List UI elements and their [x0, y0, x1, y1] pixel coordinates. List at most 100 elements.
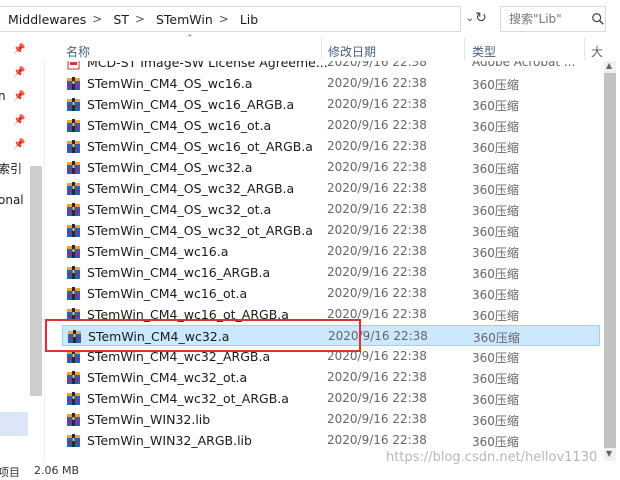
- address-bar-area: Middlewares > ST > STemWin > Lib ⌄ ↻: [0, 0, 620, 37]
- scroll-up-icon[interactable]: ▲: [606, 61, 612, 70]
- file-name: STemWin_CM4_OS_wc16_ARGB.a: [87, 97, 295, 112]
- file-row[interactable]: STemWin_CM4_OS_wc16_ot.a 2020/9/16 22:38 3…: [62, 115, 600, 136]
- file-date: 2020/9/16 22:38: [327, 412, 427, 426]
- column-header-size[interactable]: 大: [591, 43, 603, 60]
- file-type: 360压缩: [472, 204, 519, 218]
- file-type: 360压缩: [472, 414, 519, 428]
- file-name: STemWin_CM4_wc16_ot.a: [87, 286, 248, 301]
- file-row[interactable]: STemWin_CM4_OS_wc32_ARGB.a 2020/9/16 22:3…: [62, 178, 600, 199]
- file-name: STemWin_CM4_OS_wc32_ARGB.a: [87, 181, 295, 196]
- archive-icon: [67, 371, 80, 384]
- column-header-row: ⌃ 名称 修改日期 类型 大: [44, 34, 620, 61]
- file-date: 2020/9/16 22:38: [327, 265, 427, 279]
- search-input[interactable]: [507, 11, 589, 27]
- file-name: STemWin_CM4_wc32_ot.a: [87, 370, 248, 385]
- archive-icon: [67, 413, 80, 426]
- file-row[interactable]: STemWin_CM4_OS_wc16_ARGB.a 2020/9/16 22:3…: [62, 94, 600, 115]
- pin-icon[interactable]: 📌: [13, 91, 25, 102]
- column-divider[interactable]: [321, 38, 322, 60]
- breadcrumb-middlewares[interactable]: Middlewares: [0, 12, 89, 27]
- breadcrumb-st[interactable]: ST: [105, 12, 132, 27]
- file-type: 360压缩: [472, 225, 519, 239]
- nav-item-label[interactable]: 索引: [0, 160, 22, 177]
- file-name: STemWin_WIN32.lib: [87, 412, 211, 427]
- file-row[interactable]: MCD-ST Image-SW License Agreeme... 2020/9…: [62, 61, 600, 73]
- file-date: 2020/9/16 22:38: [327, 97, 427, 111]
- file-type: 360压缩: [472, 393, 519, 407]
- file-name: STemWin_WIN32_ARGB.lib: [87, 433, 252, 448]
- file-name: STemWin_CM4_wc16_ARGB.a: [87, 265, 271, 280]
- file-type: 360压缩: [472, 351, 519, 365]
- archive-icon: [67, 77, 80, 90]
- file-row[interactable]: STemWin_CM4_wc16_ot.a 2020/9/16 22:38 360压…: [62, 283, 600, 304]
- breadcrumb-stemwin[interactable]: STemWin: [148, 12, 216, 27]
- file-row[interactable]: STemWin_WIN32.lib 2020/9/16 22:38 360压缩: [62, 409, 600, 430]
- file-name: STemWin_CM4_OS_wc32_ot_ARGB.a: [87, 223, 313, 238]
- sort-ascending-icon: ⌃: [186, 34, 194, 44]
- file-row[interactable]: STemWin_CM4_wc16.a 2020/9/16 22:38 360压缩: [62, 241, 600, 262]
- nav-scrollbar-thumb[interactable]: [30, 166, 42, 396]
- file-row[interactable]: STemWin_WIN32_ARGB.lib 2020/9/16 22:38 360…: [62, 430, 600, 451]
- pin-icon[interactable]: 📌: [13, 139, 25, 150]
- file-row[interactable]: STemWin_CM4_OS_wc16.a 2020/9/16 22:38 360压…: [62, 73, 600, 94]
- file-type: 360压缩: [472, 435, 519, 449]
- file-type: 360压缩: [472, 372, 519, 386]
- file-date: 2020/9/16 22:38: [327, 370, 427, 384]
- file-row[interactable]: STemWin_CM4_OS_wc32.a 2020/9/16 22:38 360压…: [62, 157, 600, 178]
- file-row[interactable]: STemWin_CM4_wc32_ot_ARGB.a 2020/9/16 22:3…: [62, 388, 600, 409]
- vertical-scrollbar[interactable]: ▲ ▼: [600, 61, 620, 461]
- file-type: 360压缩: [472, 183, 519, 197]
- nav-item-label[interactable]: onal: [0, 193, 24, 207]
- column-header-name[interactable]: 名称: [66, 43, 90, 60]
- navigation-pane: 📌 📌 n 📌 📌 📌 索引 onal: [0, 36, 45, 478]
- highlight-box: [45, 319, 361, 352]
- nav-item-label[interactable]: n: [0, 89, 6, 103]
- archive-icon: [67, 224, 80, 237]
- archive-icon: [67, 98, 80, 111]
- column-header-date[interactable]: 修改日期: [328, 43, 376, 60]
- scrollbar-thumb[interactable]: [604, 73, 616, 448]
- file-type: 360压缩: [472, 120, 519, 134]
- status-size: 2.06 MB: [34, 464, 80, 477]
- file-type: 360压缩: [473, 331, 520, 345]
- file-date: 2020/9/16 22:38: [327, 61, 427, 69]
- column-divider[interactable]: [584, 38, 585, 60]
- file-name: MCD-ST Image-SW License Agreeme...: [87, 61, 328, 70]
- pin-icon[interactable]: 📌: [13, 67, 25, 78]
- pin-icon[interactable]: 📌: [13, 115, 25, 126]
- breadcrumb-separator[interactable]: >: [89, 12, 105, 26]
- archive-icon: [67, 182, 80, 195]
- file-row[interactable]: STemWin_CM4_OS_wc32_ot.a 2020/9/16 22:38 3…: [62, 199, 600, 220]
- search-box[interactable]: [500, 6, 606, 32]
- file-date: 2020/9/16 22:38: [327, 76, 427, 90]
- address-bar[interactable]: Middlewares > ST > STemWin > Lib: [0, 6, 461, 32]
- archive-icon: [67, 245, 80, 258]
- pin-icon[interactable]: 📌: [13, 44, 25, 55]
- file-date: 2020/9/16 22:38: [327, 244, 427, 258]
- file-date: 2020/9/16 22:38: [327, 118, 427, 132]
- file-date: 2020/9/16 22:38: [327, 139, 427, 153]
- column-header-type[interactable]: 类型: [472, 43, 496, 60]
- file-type: 360压缩: [472, 162, 519, 176]
- breadcrumb-separator[interactable]: >: [216, 12, 232, 26]
- nav-selected-item[interactable]: [0, 412, 28, 436]
- file-list: MCD-ST Image-SW License Agreeme... 2020/9…: [44, 61, 600, 461]
- file-name: STemWin_CM4_wc32_ot_ARGB.a: [87, 391, 289, 406]
- file-row[interactable]: STemWin_CM4_OS_wc16_ot_ARGB.a 2020/9/16 2…: [62, 136, 600, 157]
- breadcrumb-separator[interactable]: >: [132, 12, 148, 26]
- archive-icon: [67, 140, 80, 153]
- file-row[interactable]: STemWin_CM4_wc16_ARGB.a 2020/9/16 22:38 36…: [62, 262, 600, 283]
- search-icon[interactable]: [591, 11, 605, 27]
- file-type: Adobe Acrobat ...: [472, 61, 576, 69]
- file-type: 360压缩: [472, 99, 519, 113]
- pdf-icon: [67, 61, 80, 70]
- file-name: STemWin_CM4_OS_wc32_ot.a: [87, 202, 272, 217]
- file-row[interactable]: STemWin_CM4_OS_wc32_ot_ARGB.a 2020/9/16 2…: [62, 220, 600, 241]
- file-type: 360压缩: [472, 141, 519, 155]
- refresh-icon[interactable]: ↻: [471, 6, 491, 30]
- scroll-down-icon[interactable]: ▼: [606, 449, 612, 458]
- file-row[interactable]: STemWin_CM4_wc32_ot.a 2020/9/16 22:38 360压…: [62, 367, 600, 388]
- watermark-text: https://blog.csdn.net/hellov1130: [386, 450, 598, 465]
- column-divider[interactable]: [464, 38, 465, 60]
- breadcrumb-lib[interactable]: Lib: [232, 12, 261, 27]
